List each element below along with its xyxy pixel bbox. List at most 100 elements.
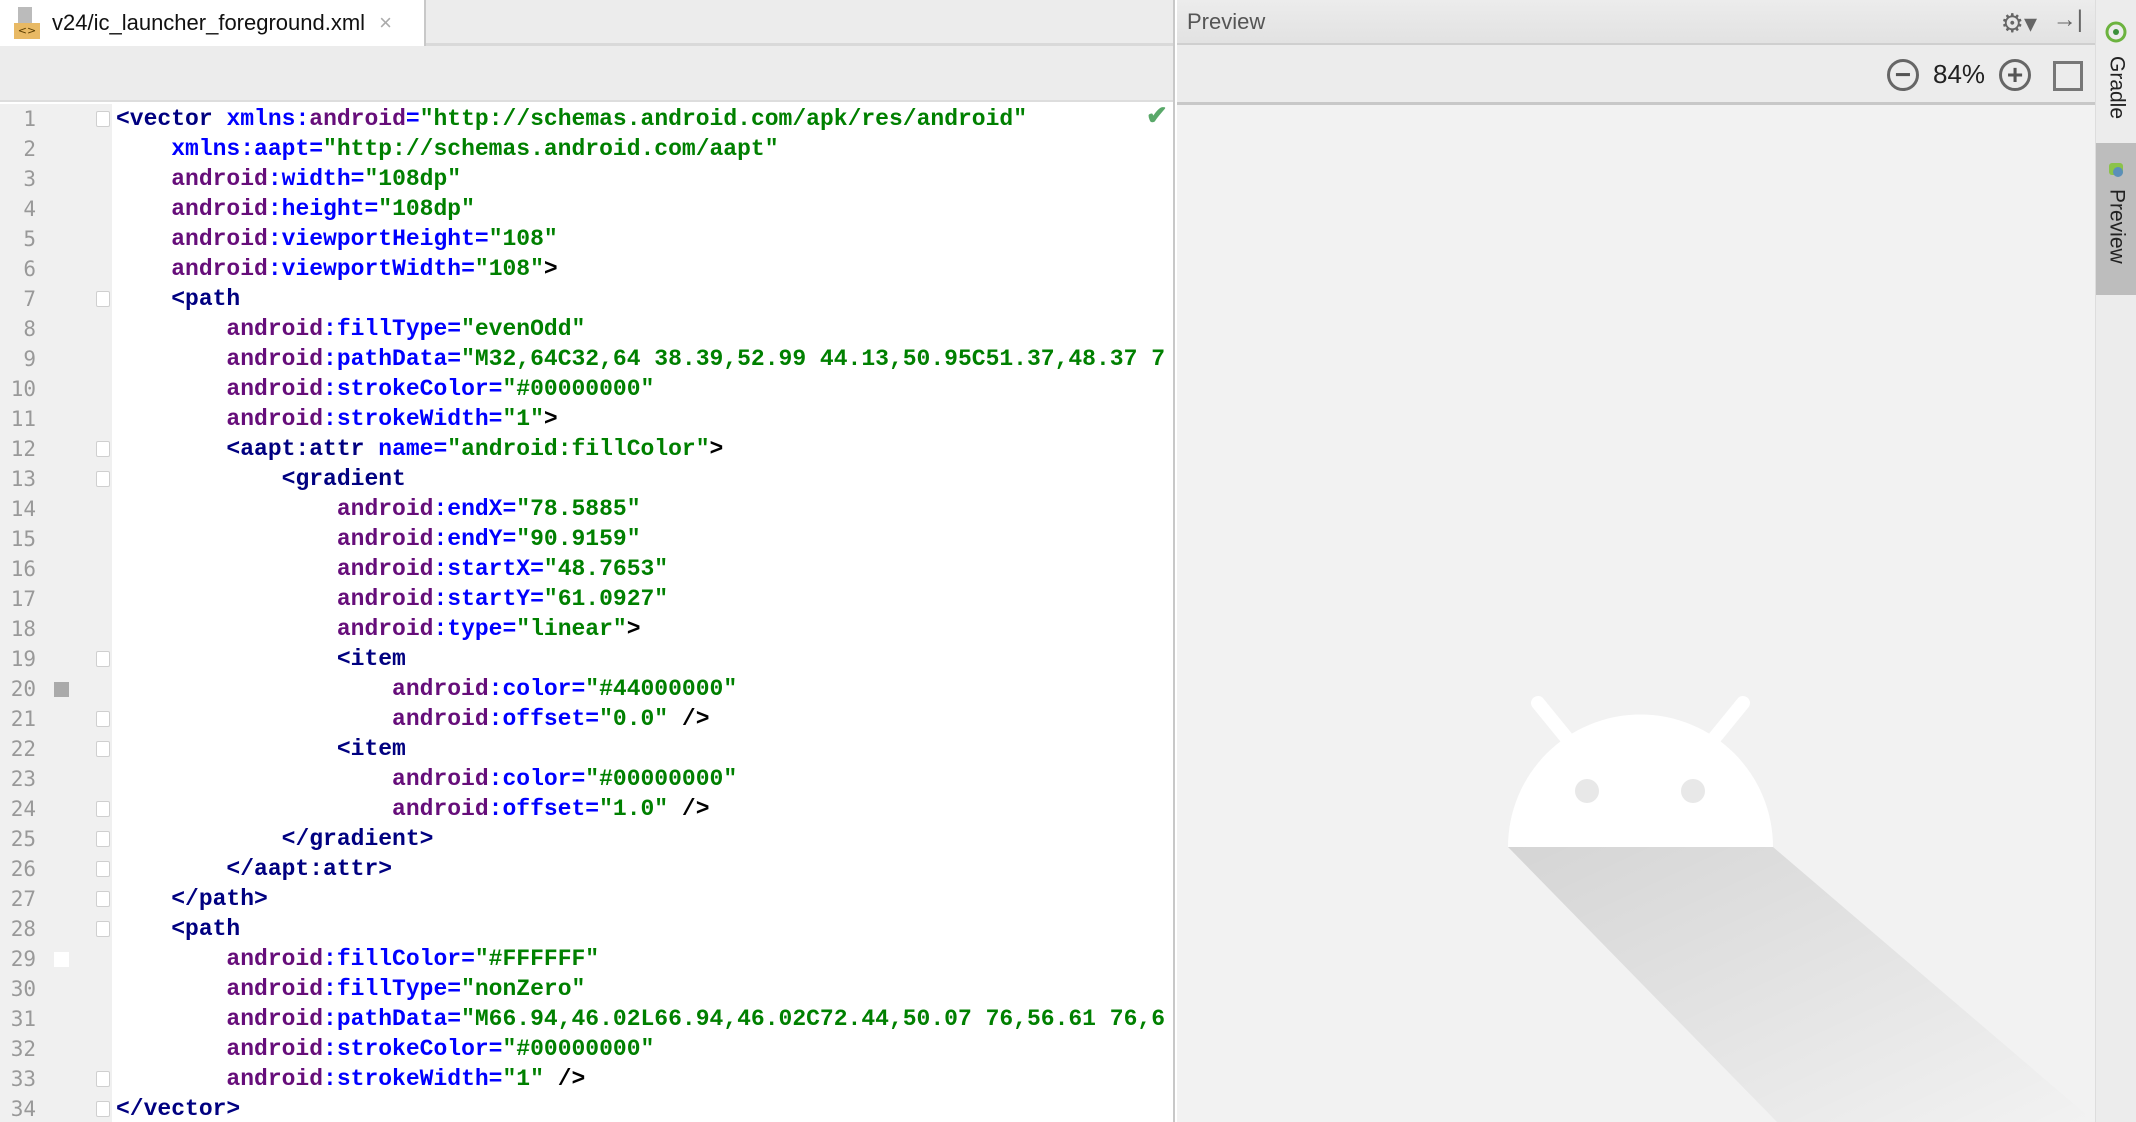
fold-marker-icon[interactable] [96,441,110,457]
fit-to-screen-button[interactable] [2053,61,2083,91]
code-token: = [405,106,420,132]
code-line[interactable]: 17 android:startY="61.0927" [0,584,1173,614]
code-line[interactable]: 21 android:offset="0.0" /> [0,704,1173,734]
code-text: android:color="#44000000" [116,674,1173,704]
code-text: android:pathData="M32,64C32,64 38.39,52.… [116,344,1173,374]
code-token: > [626,616,641,642]
code-line[interactable]: 12 <aapt:attr name="android:fillColor"> [0,434,1173,464]
fold-marker-icon[interactable] [96,831,110,847]
code-token: /> [668,706,710,732]
code-token: android [392,706,489,732]
code-text: </gradient> [116,824,1173,854]
code-token: xmlns:aapt= [171,136,324,162]
fold-marker-icon[interactable] [96,711,110,727]
code-text: <item [116,644,1173,674]
code-line[interactable]: 15 android:endY="90.9159" [0,524,1173,554]
preview-tool-tab[interactable]: Preview [2096,143,2136,295]
fold-marker-icon[interactable] [96,861,110,877]
preview-toolbar: − 84% + [1177,45,2095,105]
code-line[interactable]: 18 android:type="linear"> [0,614,1173,644]
code-line[interactable]: 2 xmlns:aapt="http://schemas.android.com… [0,134,1173,164]
code-line[interactable]: 4 android:height="108dp" [0,194,1173,224]
code-line[interactable]: 3 android:width="108dp" [0,164,1173,194]
code-line[interactable]: 1 <vector xmlns:android="http://schemas.a… [0,104,1173,134]
long-shadow [1508,847,2095,1122]
code-line[interactable]: 19 <item [0,644,1173,674]
code-token: xmlns: [226,106,310,132]
line-number: 15 [10,527,36,551]
line-number: 20 [10,677,36,701]
zoom-in-button[interactable]: + [1999,59,2031,91]
code-text: android:strokeColor="#00000000" [116,1034,1173,1064]
color-swatch-icon[interactable] [54,952,69,967]
code-token: :offset= [488,796,600,822]
code-line[interactable]: 9 android:pathData="M32,64C32,64 38.39,5… [0,344,1173,374]
code-token: android [392,766,489,792]
code-token: "nonZero" [461,976,586,1002]
code-line[interactable]: 31 android:pathData="M66.94,46.02L66.94,… [0,1004,1173,1034]
code-token: android [309,106,406,132]
color-swatch-icon[interactable] [54,682,69,697]
fold-marker-icon[interactable] [96,471,110,487]
code-token: "108dp" [378,196,475,222]
code-text: android:fillColor="#FFFFFF" [116,944,1173,974]
code-line[interactable]: 34 </vector> [0,1094,1173,1122]
code-token: :pathData= [323,346,462,372]
code-line[interactable]: 10 android:strokeColor="#00000000" [0,374,1173,404]
code-token: "#00000000" [502,376,655,402]
code-line[interactable]: 25 </gradient> [0,824,1173,854]
close-tab-icon[interactable]: × [379,10,392,36]
line-number: 13 [10,467,36,491]
line-number: 16 [10,557,36,581]
fold-marker-icon[interactable] [96,801,110,817]
code-token: :viewportWidth= [267,256,475,282]
gradle-tool-tab[interactable]: Gradle [2096,10,2136,130]
code-line[interactable]: 14 android:endX="78.5885" [0,494,1173,524]
code-token: "#FFFFFF" [474,946,600,972]
code-line[interactable]: 24 android:offset="1.0" /> [0,794,1173,824]
code-line[interactable]: 5 android:viewportHeight="108" [0,224,1173,254]
code-line[interactable]: 16 android:startX="48.7653" [0,554,1173,584]
fold-marker-icon[interactable] [96,111,110,127]
gear-icon[interactable]: ⚙▾ [2001,8,2037,39]
fold-marker-icon[interactable] [96,651,110,667]
fold-marker-icon[interactable] [96,1071,110,1087]
code-text: android:strokeColor="#00000000" [116,374,1173,404]
code-line[interactable]: 7 <path [0,284,1173,314]
hide-panel-icon[interactable]: →| [2053,6,2083,34]
code-token: "108dp" [364,166,462,192]
code-token: "78.5885" [516,496,641,522]
code-token: "evenOdd" [461,316,586,342]
code-text: <gradient [116,464,1173,494]
android-head-icon [1508,696,1773,847]
fold-marker-icon[interactable] [96,921,110,937]
fold-marker-icon[interactable] [96,741,110,757]
code-line[interactable]: 8 android:fillType="evenOdd" [0,314,1173,344]
code-area[interactable]: 1 <vector xmlns:android="http://schemas.a… [0,104,1173,1122]
code-token: android [226,976,324,1002]
code-text: <item [116,734,1173,764]
code-line[interactable]: 27 </path> [0,884,1173,914]
tab-ic-launcher-foreground[interactable]: <> v24/ic_launcher_foreground.xml × [0,0,426,46]
code-line[interactable]: 20 android:color="#44000000" [0,674,1173,704]
code-token: "M32,64C32,64 38.39,52.99 44.13,50.95C51… [461,346,1165,372]
code-token: "http://schemas.android.com/apk/res/andr… [419,106,1028,132]
code-line[interactable]: 22 <item [0,734,1173,764]
code-token: <vector [116,106,213,132]
code-line[interactable]: 33 android:strokeWidth="1" /> [0,1064,1173,1094]
code-line[interactable]: 23 android:color="#00000000" [0,764,1173,794]
fold-marker-icon[interactable] [96,1101,110,1117]
code-line[interactable]: 11 android:strokeWidth="1"> [0,404,1173,434]
zoom-out-button[interactable]: − [1887,59,1919,91]
fold-marker-icon[interactable] [96,291,110,307]
code-token: "108" [474,256,544,282]
code-line[interactable]: 29 android:fillColor="#FFFFFF" [0,944,1173,974]
fold-marker-icon[interactable] [96,891,110,907]
code-line[interactable]: 26 </aapt:attr> [0,854,1173,884]
code-line[interactable]: 32 android:strokeColor="#00000000" [0,1034,1173,1064]
code-line[interactable]: 28 <path [0,914,1173,944]
code-line[interactable]: 30 android:fillType="nonZero" [0,974,1173,1004]
code-line[interactable]: 13 <gradient [0,464,1173,494]
code-token: android [171,256,268,282]
code-line[interactable]: 6 android:viewportWidth="108"> [0,254,1173,284]
